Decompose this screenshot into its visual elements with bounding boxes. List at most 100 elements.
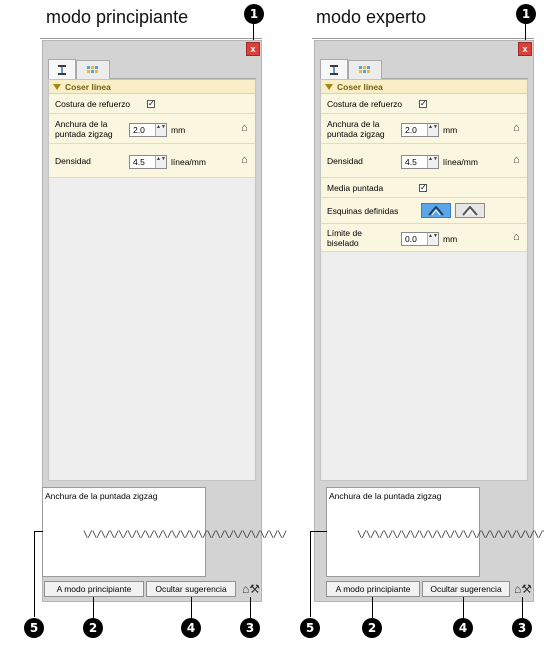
callout-1-left: 1 [244, 4, 264, 24]
left-heading: modo principiante [46, 7, 189, 27]
zigzag-spin-arrows[interactable]: ▲▼ [427, 124, 438, 136]
left-tab-stitch[interactable] [48, 59, 76, 79]
right-tab-color[interactable] [348, 60, 382, 79]
callout-5-left: 5 [24, 618, 44, 638]
right-heading: modo experto [316, 7, 427, 27]
right-row-reinforce: Costura de refuerzo ✓ [321, 94, 527, 114]
half-stitch-label: Media puntada [327, 183, 384, 193]
density-value: 4.5 [133, 157, 145, 167]
right-close-button[interactable]: x [518, 42, 532, 56]
density-unit: línea/mm [443, 157, 478, 167]
callout-5-right-vline [310, 531, 311, 617]
left-tab-color[interactable] [76, 60, 110, 79]
callout-4-right-line [463, 597, 464, 619]
corners-label: Esquinas definidas [327, 206, 399, 216]
house-icon[interactable]: ⌂ [241, 155, 248, 166]
color-tab-icon [87, 66, 98, 73]
house-icon[interactable]: ⌂ [241, 123, 248, 134]
callout-5-right: 5 [300, 618, 320, 638]
callout-4-left-line [191, 597, 192, 619]
bevel-spinbox[interactable]: 0.0 ▲▼ [401, 232, 439, 246]
density-unit: línea/mm [171, 157, 206, 167]
callout-2-right-line [372, 597, 373, 619]
left-close-button[interactable]: x [246, 42, 260, 56]
bevel-spin-arrows[interactable]: ▲▼ [427, 233, 438, 245]
density-spin-arrows[interactable]: ▲▼ [427, 156, 438, 168]
callout-5-left-hline [34, 531, 43, 532]
zigzag-spinbox[interactable]: 2.0 ▲▼ [401, 123, 439, 137]
right-row-half-stitch: Media puntada ✓ [321, 178, 527, 198]
bevel-unit: mm [443, 234, 458, 244]
left-row-density: Densidad 4.5 ▲▼ línea/mm ⌂ [49, 144, 255, 178]
density-label: Densidad [55, 156, 91, 166]
right-section-header[interactable]: Coser línea [321, 80, 527, 94]
left-row-reinforce: Costura de refuerzo ✓ [49, 94, 255, 114]
left-row-zigzag: Anchura de la puntada zigzag 2.0 ▲▼ mm ⌂ [49, 114, 255, 144]
callout-3-left: 3 [240, 618, 260, 638]
bevel-label-line1: Límite de [327, 228, 362, 238]
right-tab-stitch[interactable] [320, 59, 348, 79]
right-heading-rule [312, 38, 534, 39]
house-icon[interactable]: ⌂ [513, 123, 520, 134]
right-beginner-mode-button[interactable]: A modo principiante [326, 581, 420, 597]
zigzag-value: 2.0 [133, 125, 145, 135]
callout-2-right: 2 [362, 618, 382, 638]
callout-5-left-vline [34, 531, 35, 617]
color-tab-icon [359, 66, 370, 73]
right-hint-box: Anchura de la puntada zigzag \/\/\/\/\/\… [326, 487, 544, 577]
density-label: Densidad [327, 156, 363, 166]
reinforce-checkbox[interactable]: ✓ [419, 100, 427, 108]
house-wrench-icon[interactable]: ⌂⚒ [242, 582, 260, 596]
zigzag-label-line2: puntada zigzag [55, 129, 113, 139]
sharp-corner-button[interactable] [421, 203, 451, 218]
bevel-label-line2: biselado [327, 238, 359, 248]
zigzag-label-line2: puntada zigzag [327, 129, 385, 139]
density-spinbox[interactable]: 4.5 ▲▼ [401, 155, 439, 169]
callout-4-right: 4 [453, 618, 473, 638]
callout-2-left-line [93, 597, 94, 619]
right-row-bevel: Límite de biselado 0.0 ▲▼ mm ⌂ [321, 224, 527, 252]
left-hint-box: Anchura de la puntada zigzag \/\/\/\/\/\… [42, 487, 287, 577]
callout-3-right: 3 [512, 618, 532, 638]
zigzag-label-line1: Anchura de la [55, 119, 108, 129]
zigzag-label-line1: Anchura de la [327, 119, 380, 129]
zigzag-unit: mm [171, 125, 186, 135]
left-section-title: Coser línea [65, 81, 111, 92]
callout-2-left: 2 [83, 618, 103, 638]
left-hint-title: Anchura de la puntada zigzag [45, 491, 158, 501]
left-section-header[interactable]: Coser línea [49, 80, 255, 94]
rounded-corner-icon [462, 205, 478, 216]
bevel-value: 0.0 [405, 234, 417, 244]
callout-1-right: 1 [516, 4, 536, 24]
collapse-triangle-icon [53, 83, 61, 90]
density-value: 4.5 [405, 157, 417, 167]
left-hide-hint-button[interactable]: Ocultar sugerencia [146, 581, 236, 597]
left-beginner-mode-button[interactable]: A modo principiante [44, 581, 144, 597]
right-hint-title: Anchura de la puntada zigzag [329, 491, 442, 501]
zigzag-preview: \/\/\/\/\/\/\/\/\/\/\/\/\/\/\/\/\/\/\/\/… [83, 530, 287, 540]
density-spin-arrows[interactable]: ▲▼ [155, 156, 166, 168]
rounded-corner-button[interactable] [455, 203, 485, 218]
house-wrench-icon[interactable]: ⌂⚒ [514, 582, 532, 596]
half-stitch-checkbox[interactable]: ✓ [419, 184, 427, 192]
stitch-tab-icon [58, 64, 66, 75]
zigzag-value: 2.0 [405, 125, 417, 135]
callout-4-left: 4 [181, 618, 201, 638]
right-hide-hint-button[interactable]: Ocultar sugerencia [422, 581, 510, 597]
reinforce-checkbox[interactable]: ✓ [147, 100, 155, 108]
zigzag-spin-arrows[interactable]: ▲▼ [155, 124, 166, 136]
right-section-title: Coser línea [337, 81, 383, 92]
zigzag-spinbox[interactable]: 2.0 ▲▼ [129, 123, 167, 137]
callout-3-right-line [522, 597, 523, 619]
reinforce-label: Costura de refuerzo [327, 99, 403, 109]
density-spinbox[interactable]: 4.5 ▲▼ [129, 155, 167, 169]
right-row-zigzag: Anchura de la puntada zigzag 2.0 ▲▼ mm ⌂ [321, 114, 527, 144]
right-row-corners: Esquinas definidas [321, 198, 527, 224]
stitch-tab-icon [330, 64, 338, 75]
house-icon[interactable]: ⌂ [513, 232, 520, 243]
callout-5-right-hline [310, 531, 327, 532]
reinforce-label: Costura de refuerzo [55, 99, 131, 109]
callout-3-left-line [250, 597, 251, 619]
house-icon[interactable]: ⌂ [513, 155, 520, 166]
zigzag-preview: \/\/\/\/\/\/\/\/\/\/\/\/\/\/\/\/\/\/\/\/… [357, 530, 544, 540]
